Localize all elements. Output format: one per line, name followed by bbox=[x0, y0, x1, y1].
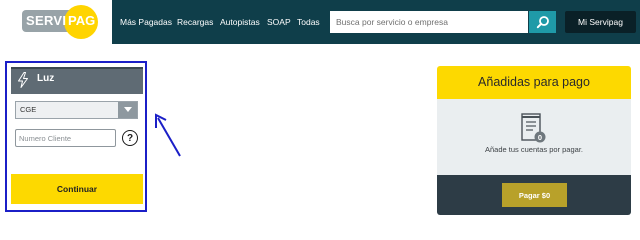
cart-empty-message: Añade tus cuentas por pagar. bbox=[485, 145, 583, 154]
service-form-title: Luz bbox=[37, 73, 55, 84]
lightning-bolt-icon bbox=[18, 72, 28, 88]
select-dropdown-button[interactable] bbox=[118, 102, 137, 118]
servipag-logo[interactable]: SERVI PAG bbox=[0, 0, 112, 44]
pagar-button[interactable]: Pagar $0 bbox=[502, 183, 567, 207]
service-form-header bbox=[11, 67, 143, 94]
nav-item-autopistas[interactable]: Autopistas bbox=[220, 17, 260, 27]
cart-title: Añadidas para pago bbox=[478, 75, 590, 89]
nav-item-recargas[interactable]: Recargas bbox=[177, 17, 213, 27]
search-button[interactable] bbox=[529, 11, 556, 33]
mi-servipag-button[interactable]: Mi Servipag bbox=[565, 11, 636, 33]
nav-item-todas[interactable]: Todas bbox=[297, 17, 320, 27]
annotation-arrow bbox=[155, 113, 181, 157]
nav-item-mas-pagadas[interactable]: Más Pagadas bbox=[120, 17, 172, 27]
client-number-input[interactable] bbox=[15, 129, 116, 147]
nav-item-soap[interactable]: SOAP bbox=[267, 17, 291, 27]
help-icon[interactable]: ? bbox=[122, 130, 138, 146]
search-icon bbox=[536, 16, 549, 29]
search-input[interactable] bbox=[330, 11, 528, 33]
receipt-icon: 0 bbox=[521, 113, 546, 143]
chevron-down-icon bbox=[123, 107, 132, 112]
continuar-button[interactable]: Continuar bbox=[11, 174, 143, 204]
logo-text-pag: PAG bbox=[68, 13, 96, 28]
cart-count-badge: 0 bbox=[538, 133, 542, 142]
logo-text-servi: SERVI bbox=[26, 13, 67, 28]
